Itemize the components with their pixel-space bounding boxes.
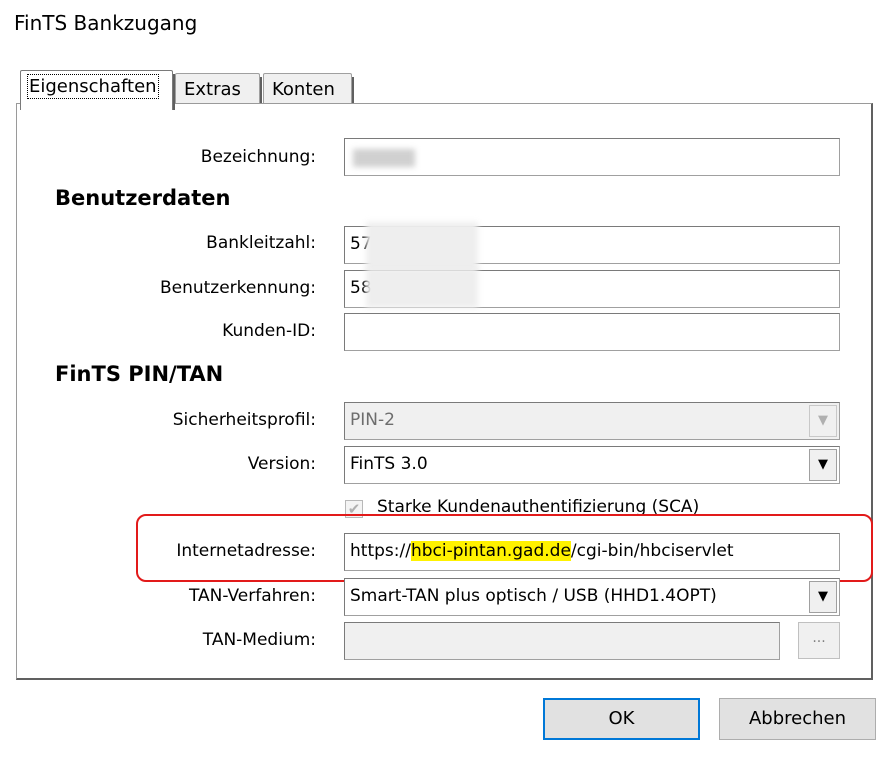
- sicherheitsprofil-value: PIN-2: [350, 410, 395, 430]
- chevron-down-icon[interactable]: ▼: [809, 581, 837, 613]
- chevron-down-icon[interactable]: ▼: [809, 449, 837, 481]
- kunden-id-input[interactable]: [344, 313, 840, 351]
- tab-label: Konten: [272, 79, 335, 100]
- kunden-id-label: Kunden-ID:: [222, 321, 316, 341]
- bezeichnung-input[interactable]: [344, 138, 840, 176]
- tab-eigenschaften[interactable]: Eigenschaften: [20, 70, 175, 110]
- redaction-overlay: [366, 268, 478, 308]
- tab-label: Extras: [184, 79, 241, 100]
- bankleitzahl-label: Bankleitzahl:: [206, 233, 316, 253]
- ok-button[interactable]: OK: [543, 698, 700, 740]
- tan-medium-label: TAN-Medium:: [202, 630, 316, 650]
- chevron-down-icon: ▼: [809, 405, 837, 437]
- sicherheitsprofil-select[interactable]: PIN-2 ▼: [344, 402, 840, 440]
- tan-verfahren-value: Smart-TAN plus optisch / USB (HHD1.4OPT): [350, 586, 717, 606]
- section-fints-pin-tan: FinTS PIN/TAN: [55, 362, 224, 386]
- redacted-text: [353, 149, 415, 167]
- tan-verfahren-label: TAN-Verfahren:: [188, 586, 316, 606]
- window-title: FinTS Bankzugang: [14, 11, 198, 35]
- redaction-overlay: [366, 222, 478, 274]
- tan-verfahren-select[interactable]: Smart-TAN plus optisch / USB (HHD1.4OPT)…: [344, 578, 840, 616]
- version-select[interactable]: FinTS 3.0 ▼: [344, 446, 840, 484]
- version-label: Version:: [247, 454, 316, 474]
- benutzerkennung-label: Benutzerkennung:: [159, 278, 316, 298]
- annotation-box: [136, 514, 873, 582]
- browse-button[interactable]: ...: [798, 622, 840, 659]
- title-bar: FinTS Bankzugang: [0, 0, 896, 58]
- section-benutzerdaten: Benutzerdaten: [55, 186, 231, 210]
- sicherheitsprofil-label: Sicherheitsprofil:: [172, 410, 316, 430]
- bezeichnung-label: Bezeichnung:: [200, 147, 316, 167]
- cancel-button[interactable]: Abbrechen: [719, 698, 876, 740]
- version-value: FinTS 3.0: [350, 454, 428, 474]
- tab-label: Eigenschaften: [27, 74, 159, 99]
- tan-medium-input[interactable]: [344, 622, 780, 660]
